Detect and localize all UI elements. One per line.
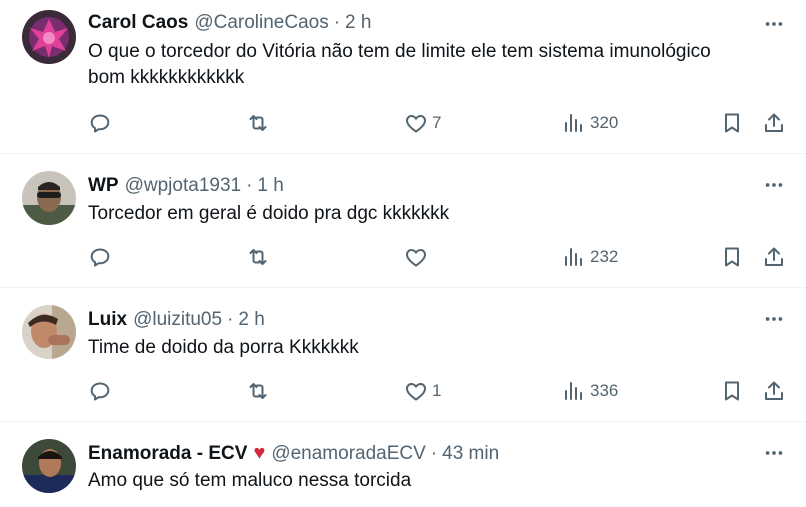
author-name[interactable]: Luix bbox=[88, 308, 127, 332]
tweet[interactable]: Carol Caos @CarolineCaos · 2 h O que o t… bbox=[0, 0, 806, 154]
avatar[interactable] bbox=[22, 171, 76, 225]
tweet-text-line: bom kkkkkkkkkkkk bbox=[88, 67, 245, 88]
share-icon bbox=[762, 379, 786, 403]
tweet[interactable]: Enamorada - ECV ♥ @enamoradaECV · 43 min… bbox=[0, 422, 806, 507]
bookmark-icon bbox=[720, 245, 744, 269]
tweet-text: Time de doido da porra Kkkkkkk bbox=[88, 335, 788, 361]
retweet-button[interactable] bbox=[246, 109, 270, 137]
timestamp[interactable]: 43 min bbox=[442, 442, 499, 466]
more-icon[interactable] bbox=[762, 441, 786, 465]
tweet-header: Carol Caos @CarolineCaos · 2 h bbox=[88, 11, 371, 35]
share-button[interactable] bbox=[762, 377, 786, 405]
bookmark-button[interactable] bbox=[720, 243, 744, 271]
retweet-icon bbox=[246, 111, 270, 135]
more-icon[interactable] bbox=[762, 173, 786, 197]
bookmark-button[interactable] bbox=[720, 109, 744, 137]
tweet-text-line: Time de doido da porra Kkkkkkk bbox=[88, 337, 359, 358]
tweet-header: Enamorada - ECV ♥ @enamoradaECV · 43 min bbox=[88, 441, 499, 466]
views-count: 336 bbox=[590, 381, 619, 400]
separator: · bbox=[333, 12, 341, 33]
share-button[interactable] bbox=[762, 243, 786, 271]
author-handle[interactable]: @CarolineCaos bbox=[194, 11, 328, 35]
heart-emoji: ♥ bbox=[253, 442, 266, 464]
reply-button[interactable] bbox=[88, 109, 112, 137]
reply-icon bbox=[88, 245, 112, 269]
avatar[interactable] bbox=[22, 439, 76, 493]
author-handle[interactable]: @wpjota1931 bbox=[125, 174, 241, 198]
bookmark-icon bbox=[720, 111, 744, 135]
tweet-actions: 7 320 bbox=[86, 109, 790, 137]
tweet-text-line: Torcedor em geral é doido pra dgc kkkkkk… bbox=[88, 203, 450, 224]
share-icon bbox=[762, 111, 786, 135]
reply-feed: Carol Caos @CarolineCaos · 2 h O que o t… bbox=[0, 0, 806, 507]
tweet-actions: 1 336 bbox=[86, 377, 790, 405]
reply-button[interactable] bbox=[88, 377, 112, 405]
like-button[interactable]: 1 bbox=[404, 377, 441, 405]
retweet-icon bbox=[246, 245, 270, 269]
author-name[interactable]: Carol Caos bbox=[88, 11, 188, 35]
author-handle[interactable]: @enamoradaECV bbox=[271, 442, 425, 466]
tweet[interactable]: WP @wpjota1931 · 1 h Torcedor em geral é… bbox=[0, 154, 806, 288]
reply-icon bbox=[88, 379, 112, 403]
retweet-button[interactable] bbox=[246, 377, 270, 405]
like-button[interactable] bbox=[404, 243, 432, 271]
tweet-text: Amo que só tem maluco nessa torcida bbox=[88, 468, 788, 494]
tweet-text-line: O que o torcedor do Vitória não tem de l… bbox=[88, 41, 711, 62]
heart-icon bbox=[404, 111, 428, 135]
like-count: 7 bbox=[432, 113, 442, 132]
avatar[interactable] bbox=[22, 10, 76, 64]
timestamp[interactable]: 2 h bbox=[345, 11, 371, 35]
tweet[interactable]: Luix @luizitu05 · 2 h Time de doido da p… bbox=[0, 288, 806, 422]
heart-icon bbox=[404, 379, 428, 403]
reply-icon bbox=[88, 111, 112, 135]
views-icon bbox=[562, 379, 586, 403]
like-button[interactable]: 7 bbox=[404, 109, 441, 137]
share-button[interactable] bbox=[762, 109, 786, 137]
more-icon[interactable] bbox=[762, 307, 786, 331]
tweet-header: WP @wpjota1931 · 1 h bbox=[88, 174, 284, 198]
views-button[interactable]: 336 bbox=[562, 377, 618, 405]
author-name[interactable]: WP bbox=[88, 174, 119, 198]
like-count: 1 bbox=[432, 381, 442, 400]
bookmark-button[interactable] bbox=[720, 377, 744, 405]
views-icon bbox=[562, 245, 586, 269]
retweet-button[interactable] bbox=[246, 243, 270, 271]
author-name[interactable]: Enamorada - ECV bbox=[88, 442, 247, 466]
tweet-actions: 232 bbox=[86, 243, 790, 271]
reply-button[interactable] bbox=[88, 243, 112, 271]
share-icon bbox=[762, 245, 786, 269]
separator: · bbox=[246, 175, 253, 196]
tweet-text-line: Amo que só tem maluco nessa torcida bbox=[88, 470, 412, 491]
views-button[interactable]: 320 bbox=[562, 109, 618, 137]
tweet-text: O que o torcedor do Vitória não tem de l… bbox=[88, 39, 788, 91]
retweet-icon bbox=[246, 379, 270, 403]
avatar[interactable] bbox=[22, 305, 76, 359]
heart-icon bbox=[404, 245, 428, 269]
views-count: 320 bbox=[590, 113, 619, 132]
tweet-header: Luix @luizitu05 · 2 h bbox=[88, 308, 265, 332]
views-button[interactable]: 232 bbox=[562, 243, 618, 271]
views-icon bbox=[562, 111, 586, 135]
bookmark-icon bbox=[720, 379, 744, 403]
timestamp[interactable]: 1 h bbox=[257, 174, 283, 198]
more-icon[interactable] bbox=[762, 12, 786, 36]
timestamp[interactable]: 2 h bbox=[238, 308, 264, 332]
views-count: 232 bbox=[590, 247, 619, 266]
author-handle[interactable]: @luizitu05 bbox=[133, 308, 222, 332]
tweet-text: Torcedor em geral é doido pra dgc kkkkkk… bbox=[88, 201, 788, 227]
separator: · bbox=[227, 309, 234, 330]
separator: · bbox=[430, 443, 438, 464]
